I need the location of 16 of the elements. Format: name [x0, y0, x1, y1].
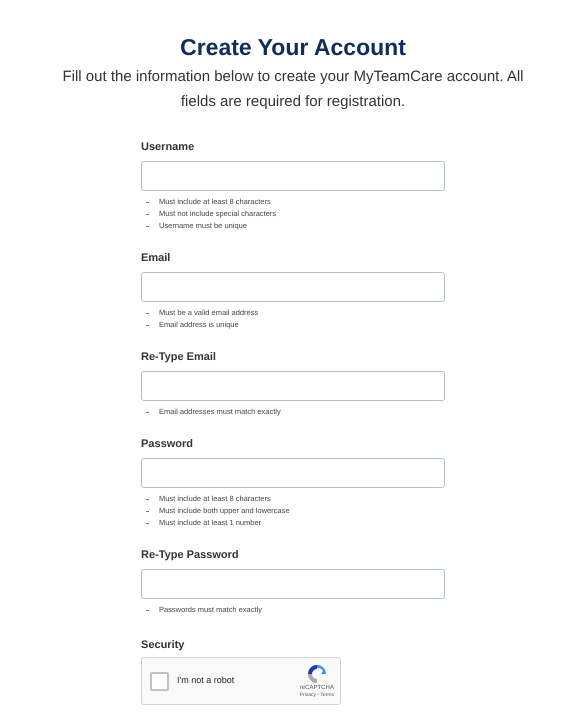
captcha-label: I'm not a robot [177, 674, 234, 688]
input-field[interactable] [141, 272, 445, 302]
field-label: Email [141, 251, 172, 265]
field-label: Password [141, 437, 194, 451]
input-field[interactable] [141, 371, 445, 401]
input-field[interactable] [141, 458, 445, 488]
field-label: Security [141, 638, 186, 652]
input-field[interactable] [141, 569, 445, 599]
field-label: Username [141, 140, 196, 154]
intro-text: Fill out the information below to create your MyTeamCare account. All fields are required for registration. [61, 67, 525, 112]
recycle-arrows-icon [306, 664, 328, 684]
page-title: Create Your Account [180, 33, 406, 62]
field-label: Re-Type Email [141, 350, 217, 364]
checkbox[interactable] [150, 672, 169, 690]
field-label: Re-Type Password [141, 548, 240, 562]
input-field[interactable] [141, 161, 445, 191]
